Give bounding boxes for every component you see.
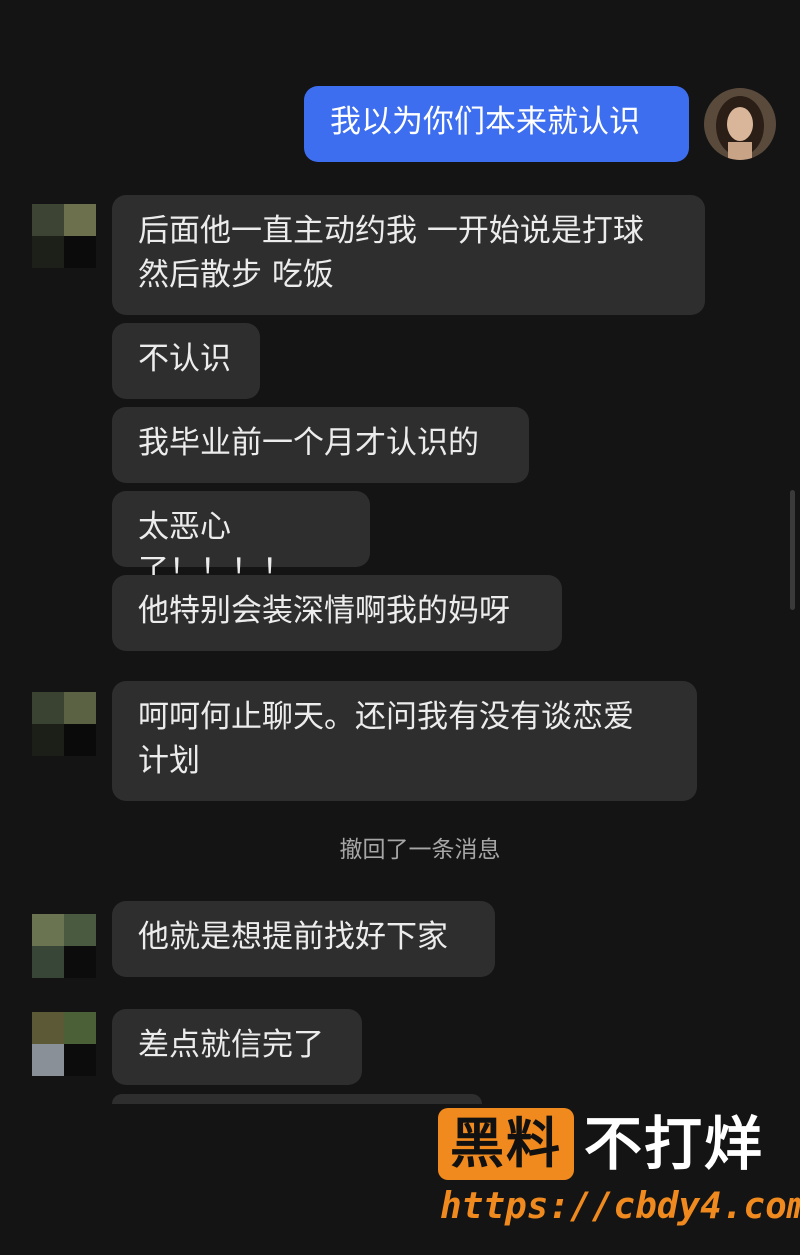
incoming-message-bubble[interactable]: 后面他一直主动约我 一开始说是打球 然后散步 吃饭 [112,195,705,315]
incoming-message-bubble[interactable]: 差点就信完了 [112,1009,362,1085]
watermark-logo-text: 不打烊 [584,1110,765,1178]
contact-avatar[interactable] [32,692,96,756]
incoming-message-bubble[interactable]: 他特别会装深情啊我的妈呀 [112,575,562,651]
incoming-message-bubble[interactable]: 我毕业前一个月才认识的 [112,407,529,483]
partial-message-bubble [112,1094,482,1104]
self-avatar[interactable] [704,88,776,160]
contact-avatar[interactable] [32,1012,96,1076]
outgoing-message-bubble[interactable]: 我以为你们本来就认识 [304,86,689,162]
watermark-url: https://cbdy4.com [440,1186,800,1227]
contact-avatar[interactable] [32,204,96,268]
incoming-message-bubble[interactable]: 太恶心了！！！！ [112,491,370,589]
watermark-logo-badge: 黑料 [438,1108,574,1180]
scrollbar[interactable] [790,490,795,610]
incoming-message-bubble[interactable]: 呵呵何止聊天。还问我有没有谈恋爱 计划 [112,681,697,801]
incoming-message-bubble[interactable]: 不认识 [112,323,260,399]
recalled-message-notice: 撤回了一条消息 [339,837,501,863]
contact-avatar[interactable] [32,914,96,978]
incoming-message-bubble[interactable]: 他就是想提前找好下家 [112,901,495,977]
